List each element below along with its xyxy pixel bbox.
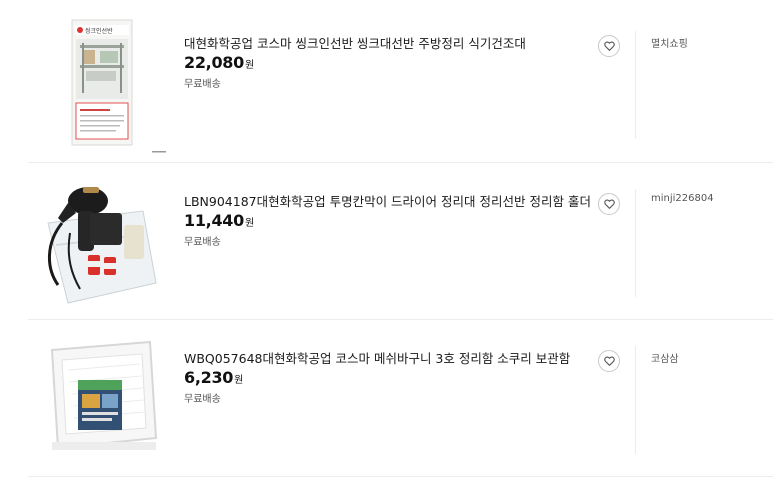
product-thumbnail[interactable] <box>28 320 170 476</box>
price-value: 11,440 <box>184 211 244 230</box>
product-thumbnail[interactable]: 씽크인선반 <box>28 5 170 161</box>
heart-outline-icon <box>603 41 615 51</box>
shipping-label: 무료배송 <box>184 237 221 248</box>
column-divider <box>635 31 636 139</box>
product-price: 22,080원 <box>184 53 254 72</box>
price-unit: 원 <box>244 218 255 229</box>
shipping-label: 무료배송 <box>184 394 221 405</box>
product-title[interactable]: WBQ057648대현화학공업 코스마 메쉬바구니 3호 정리함 소쿠리 보관함 <box>184 348 570 367</box>
column-divider <box>635 346 636 454</box>
heart-outline-icon <box>603 199 615 209</box>
shipping-label: 무료배송 <box>184 79 221 90</box>
price-value: 22,080 <box>184 53 244 72</box>
product-list: 씽크인선반 대현화학공업 코스마 씽크인선반 씽크대선반 주방정리 식기건조대 <box>0 0 773 480</box>
wishlist-button[interactable] <box>598 193 620 215</box>
price-value: 6,230 <box>184 368 234 387</box>
product-item[interactable]: LBN904187대현화학공업 투명칸막이 드라이어 정리대 정리선반 정리함 … <box>28 163 773 321</box>
price-unit: 원 <box>244 60 255 71</box>
price-unit: 원 <box>234 375 244 386</box>
product-title[interactable]: 대현화학공업 코스마 씽크인선반 씽크대선반 주방정리 식기건조대 <box>184 33 526 52</box>
seller-name[interactable]: 멸치쇼핑 <box>651 35 688 50</box>
product-item[interactable]: WBQ057648대현화학공업 코스마 메쉬바구니 3호 정리함 소쿠리 보관함… <box>28 320 773 478</box>
product-item[interactable]: 씽크인선반 대현화학공업 코스마 씽크인선반 씽크대선반 주방정리 식기건조대 <box>28 5 773 163</box>
thumbnail-brand-text: 씽크인선반 <box>85 27 113 35</box>
product-price: 6,230원 <box>184 368 243 387</box>
product-thumbnail[interactable] <box>28 163 170 319</box>
product-title[interactable]: LBN904187대현화학공업 투명칸막이 드라이어 정리대 정리선반 정리함 … <box>184 191 591 210</box>
seller-name[interactable]: 코삼삼 <box>651 350 679 365</box>
seller-name[interactable]: minji226804 <box>651 193 714 204</box>
heart-outline-icon <box>603 356 615 366</box>
wishlist-button[interactable] <box>598 350 620 372</box>
product-price: 11,440원 <box>184 211 254 230</box>
wishlist-button[interactable] <box>598 35 620 57</box>
row-divider <box>28 476 773 477</box>
column-divider <box>635 189 636 297</box>
